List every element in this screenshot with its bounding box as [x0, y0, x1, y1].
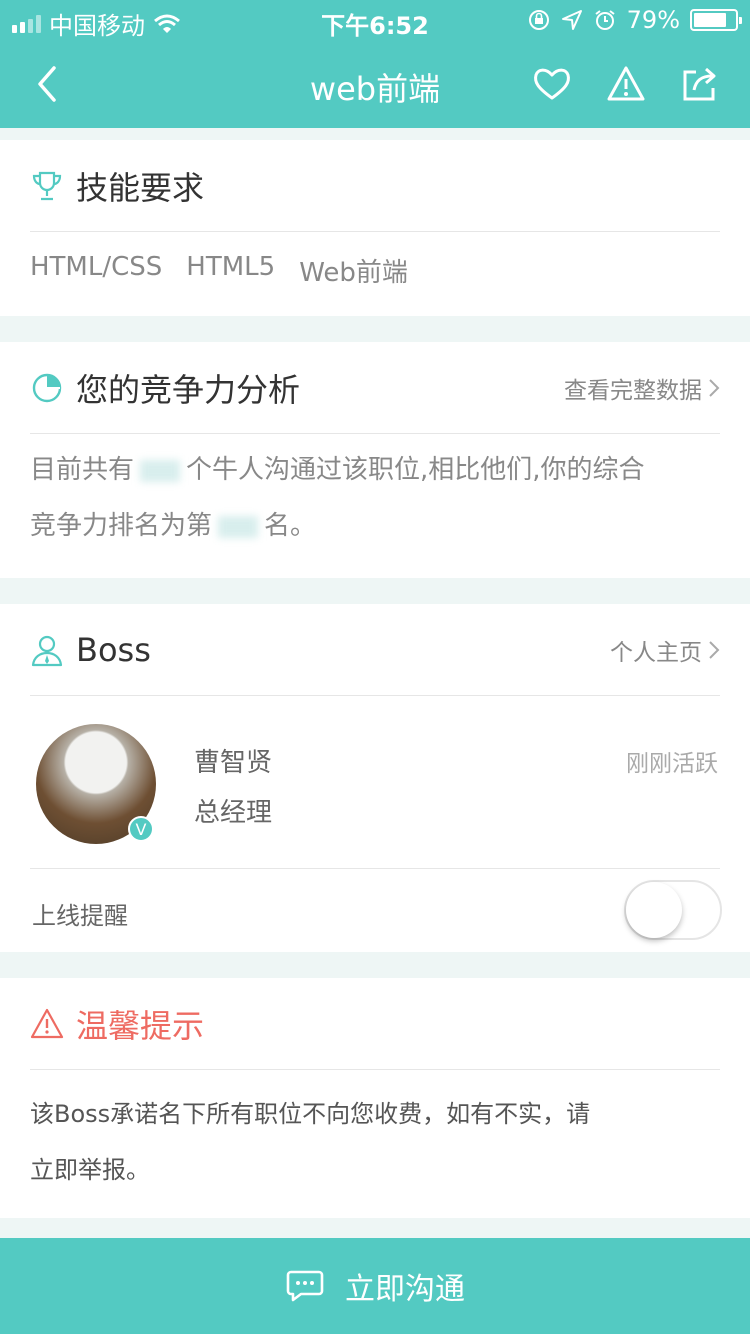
competition-title: 您的竞争力分析: [76, 370, 301, 409]
boss-card: Boss 个人主页 V 曹智贤 总经理 刚刚活跃 上线提醒: [0, 604, 750, 952]
skill-tag: HTML5: [186, 252, 276, 282]
chat-now-button[interactable]: 立即沟通: [0, 1238, 750, 1334]
rotation-lock-icon: [528, 10, 549, 30]
user-icon: [31, 635, 63, 666]
view-full-data-label: 查看完整数据: [564, 377, 702, 404]
header: 中国移动 下午6:52 79% web前端: [0, 0, 750, 128]
competition-card: 您的竞争力分析 查看完整数据 目前共有 个牛人沟通过该职位,相比他们,你的综合 竞…: [0, 342, 750, 578]
chevron-right-icon: [709, 640, 720, 659]
battery-icon: [690, 9, 742, 31]
chat-now-label: 立即沟通: [345, 1272, 465, 1307]
personal-homepage-label: 个人主页: [610, 639, 702, 666]
chat-bubble-icon: [286, 1270, 324, 1302]
chevron-right-icon: [709, 378, 720, 397]
boss-title: Boss: [76, 630, 151, 669]
skill-tags: HTML/CSS HTML5 Web前端: [30, 252, 408, 289]
tips-title: 温馨提示: [76, 1006, 205, 1045]
divider: [30, 868, 720, 869]
favorite-heart-icon[interactable]: [532, 64, 572, 104]
alarm-icon: [595, 10, 615, 30]
toggle-knob: [626, 882, 682, 938]
pie-chart-icon: [32, 373, 62, 402]
nav-bar: web前端: [0, 40, 750, 128]
battery-percent: 79%: [626, 6, 680, 34]
boss-name: 曹智贤: [194, 748, 273, 778]
status-bar: 中国移动 下午6:52 79%: [0, 0, 750, 40]
location-icon: [561, 10, 582, 30]
tips-card: 温馨提示 该Boss承诺名下所有职位不向您收费，如有不实，请 立即举报。: [0, 978, 750, 1218]
blurred-rank: [218, 515, 259, 538]
blurred-count: [140, 459, 181, 482]
personal-homepage-link[interactable]: 个人主页: [610, 633, 720, 667]
skill-tag: Web前端: [299, 258, 408, 288]
boss-role: 总经理: [194, 798, 273, 828]
competition-text: 目前共有 个牛人沟通过该职位,相比他们,你的综合 竞争力排名为第 名。: [30, 455, 645, 541]
skill-tag: HTML/CSS: [30, 252, 163, 282]
view-full-data-link[interactable]: 查看完整数据: [564, 371, 720, 405]
report-warning-icon[interactable]: [606, 64, 646, 104]
share-icon[interactable]: [680, 64, 720, 104]
verified-badge: V: [128, 816, 154, 842]
tips-text: 该Boss承诺名下所有职位不向您收费，如有不实，请 立即举报。: [30, 1100, 591, 1184]
boss-active-status: 刚刚活跃: [626, 751, 718, 777]
online-remind-toggle[interactable]: [624, 880, 722, 940]
warning-icon: [30, 1008, 64, 1038]
skills-title: 技能要求: [76, 168, 205, 207]
trophy-icon: [32, 171, 62, 200]
skills-card: 技能要求 HTML/CSS HTML5 Web前端: [0, 140, 750, 316]
online-remind-label: 上线提醒: [32, 902, 128, 930]
